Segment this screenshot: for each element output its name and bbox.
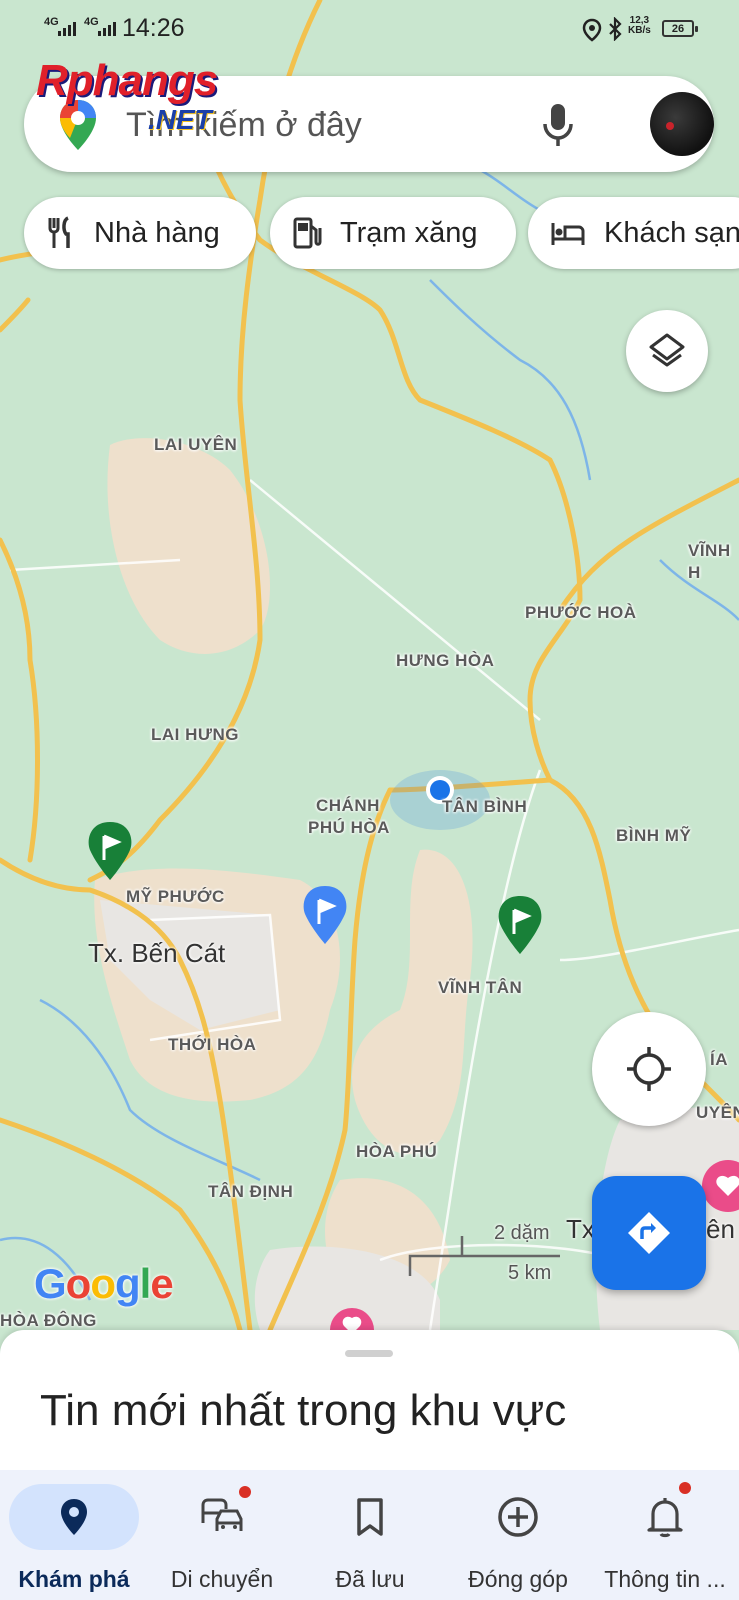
- nav-commute-indicator: [157, 1484, 287, 1550]
- nav-updates-badge: [679, 1482, 691, 1494]
- nav-updates[interactable]: Thông tin ...: [591, 1470, 739, 1600]
- bottom-sheet[interactable]: Tin mới nhất trong khu vực: [0, 1330, 739, 1470]
- net-speed: 12,3 KB/s: [628, 16, 651, 36]
- directions-icon: [628, 1212, 670, 1254]
- google-logo: Google: [34, 1260, 174, 1307]
- place-uyen: UYÊN: [696, 1103, 739, 1122]
- chip-gas-stations-label: Trạm xăng: [340, 216, 478, 249]
- bookmark-icon: [357, 1498, 383, 1536]
- nav-explore[interactable]: Khám phá: [0, 1470, 148, 1600]
- battery-icon: 26: [662, 20, 698, 37]
- status-bar: 4G 4G 14:26 12,3 KB/s 26: [0, 0, 739, 60]
- nav-saved-indicator: [305, 1484, 435, 1550]
- watermark-suffix: .NET: [148, 104, 212, 135]
- nav-contribute-indicator: [453, 1484, 583, 1550]
- place-binh-my: BÌNH MỸ: [616, 826, 692, 845]
- place-thoi-hoa: THỚI HÒA: [168, 1035, 257, 1054]
- nav-updates-label: Thông tin ...: [604, 1566, 726, 1592]
- layers-button[interactable]: [626, 310, 708, 392]
- place-ia: ÍA: [710, 1050, 728, 1069]
- chip-hotels-label: Khách sạn: [604, 216, 739, 249]
- status-time: 14:26: [122, 14, 185, 42]
- signal-bars-2-icon: [98, 22, 116, 36]
- place-lai-hung: LAI HƯNG: [151, 725, 239, 744]
- sheet-title: Tin mới nhất trong khu vực: [40, 1386, 567, 1435]
- net-speed-unit: KB/s: [628, 25, 651, 36]
- place-lai-uyen: LAI UYÊN: [154, 435, 238, 454]
- nav-commute-badge: [239, 1486, 251, 1498]
- profile-avatar[interactable]: [650, 92, 714, 156]
- place-hoa-dong: HÒA ĐÔNG: [0, 1311, 97, 1330]
- nav-commute[interactable]: Di chuyển: [148, 1470, 296, 1600]
- hotel-icon: [551, 223, 585, 245]
- place-chanh-phu-hoa-line1: CHÁNH: [316, 796, 380, 815]
- place-phuoc-hoa: PHƯỚC HOÀ: [525, 603, 637, 622]
- gas-station-icon: [293, 217, 322, 249]
- place-hung-hoa: HƯNG HÒA: [396, 651, 495, 670]
- place-tan-dinh: TÂN ĐỊNH: [208, 1182, 294, 1201]
- signal-label-1: 4G: [44, 16, 59, 28]
- nav-commute-label: Di chuyển: [170, 1566, 274, 1592]
- add-circle-icon: [498, 1497, 538, 1537]
- place-ben-cat: Tx. Bến Cát: [88, 938, 226, 968]
- my-location-button[interactable]: [592, 1012, 706, 1126]
- nav-updates-indicator: [600, 1484, 730, 1550]
- nav-saved[interactable]: Đã lưu: [296, 1470, 444, 1600]
- bottom-navigation: Khám phá Di chuyển Đã lưu Đóng góp Thông…: [0, 1470, 739, 1600]
- place-vinh-tan: VĨNH TÂN: [438, 978, 523, 997]
- nav-saved-label: Đã lưu: [335, 1566, 405, 1592]
- bell-icon: [647, 1498, 683, 1538]
- chip-restaurants[interactable]: Nhà hàng: [24, 197, 256, 269]
- nav-explore-indicator: [9, 1484, 139, 1550]
- microphone-icon[interactable]: [542, 102, 574, 148]
- sheet-drag-handle[interactable]: [345, 1350, 393, 1357]
- place-en-right: ên: [706, 1214, 735, 1244]
- nav-contribute[interactable]: Đóng góp: [444, 1470, 592, 1600]
- watermark-brand: Rphangs: [36, 56, 218, 105]
- location-icon: [582, 18, 602, 42]
- crosshair-icon: [627, 1047, 671, 1091]
- scale-miles: 2 dặm: [494, 1222, 550, 1244]
- scale-km: 5 km: [508, 1262, 552, 1284]
- signal-bars-1-icon: [58, 22, 76, 36]
- nav-contribute-label: Đóng góp: [468, 1566, 568, 1592]
- chip-hotels[interactable]: Khách sạn: [528, 197, 739, 269]
- place-chanh-phu-hoa-line2: PHÚ HÒA: [308, 818, 390, 837]
- place-tan-binh: TÂN BÌNH: [442, 797, 528, 816]
- place-vinh-h: VĨNH H: [688, 541, 731, 582]
- battery-level: 26: [671, 22, 685, 35]
- layers-icon: [649, 333, 685, 367]
- bluetooth-icon: [609, 17, 622, 41]
- google-maps-pin-icon: [60, 100, 96, 150]
- restaurant-icon: [48, 216, 70, 248]
- directions-button[interactable]: [592, 1176, 706, 1290]
- nav-explore-label: Khám phá: [18, 1566, 130, 1592]
- chip-restaurants-label: Nhà hàng: [94, 216, 220, 249]
- signal-label-2: 4G: [84, 16, 99, 28]
- explore-pin-icon: [61, 1499, 87, 1535]
- chip-gas-stations[interactable]: Trạm xăng: [270, 197, 516, 269]
- place-tx-right: Tx: [566, 1214, 595, 1244]
- place-my-phuoc: MỸ PHƯỚC: [126, 887, 225, 906]
- commute-icon: [201, 1498, 243, 1531]
- place-hoa-phu: HÒA PHÚ: [356, 1142, 438, 1161]
